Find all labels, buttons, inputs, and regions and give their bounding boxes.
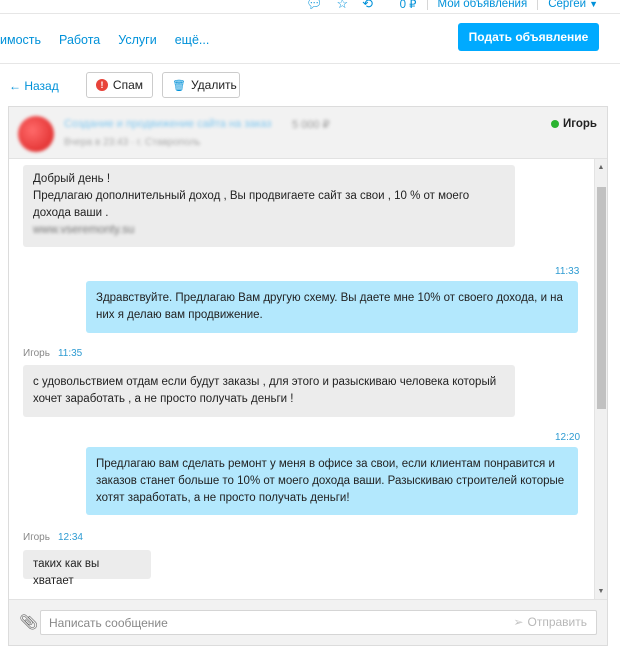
ad-meta: Вчера в 23:43 · г. Ставрополь xyxy=(64,137,201,148)
spam-label: Спам xyxy=(112,78,143,92)
post-ad-button[interactable]: Подать объявление xyxy=(458,23,599,51)
message-incoming: таких как вы хватает xyxy=(23,550,151,587)
message-incoming: Добрый день ! Предлагаю дополнительный д… xyxy=(23,165,515,247)
message-line: хочет заработать , а не просто получать … xyxy=(33,393,294,405)
interlocutor-status: Игорь xyxy=(550,118,597,130)
top-icons: 💬︎ ☆ ⟲ xyxy=(306,0,373,12)
message-line: заказов станет больше то 10% от моего до… xyxy=(96,475,565,487)
chat-header: Создание и продвижение сайта на заказ 5 … xyxy=(9,107,607,159)
message-incoming: с удовольствием отдам если будут заказы … xyxy=(23,365,515,417)
message-author: Игорь xyxy=(23,348,50,359)
nav-link-jobs[interactable]: Работа xyxy=(59,33,100,47)
online-dot-icon xyxy=(550,120,559,128)
ad-thumbnail[interactable] xyxy=(18,116,54,152)
message-line: таких как вы хватает xyxy=(33,558,100,587)
divider xyxy=(537,0,539,10)
message-list: Добрый день ! Предлагаю дополнительный д… xyxy=(9,159,593,599)
message-scrollbar[interactable]: ▲ ▼ xyxy=(594,159,607,599)
nav-link-more[interactable]: ещё... xyxy=(175,33,210,47)
message-line: них я делаю вам продвижение. xyxy=(96,309,263,321)
top-right-menu: 0 ₽ Мои объявления Сергей ▼ xyxy=(400,0,598,11)
top-bar: 💬︎ ☆ ⟲ 0 ₽ Мои объявления Сергей ▼ xyxy=(0,0,620,14)
scroll-down-icon[interactable]: ▼ xyxy=(595,585,607,597)
chat-bubble-icon[interactable]: 💬︎ xyxy=(306,0,323,12)
main-nav: имость Работа Услуги ещё... Подать объяв… xyxy=(0,14,620,64)
notification-icon[interactable]: ⟲ xyxy=(362,0,373,12)
ad-title[interactable]: Создание и продвижение сайта на заказ xyxy=(64,118,271,130)
message-meta: Игорь 12:34 xyxy=(23,532,83,543)
spam-button[interactable]: ! Спам xyxy=(86,72,153,98)
paperclip-icon[interactable]: 📎︎ xyxy=(19,613,38,631)
my-ads-link[interactable]: Мои объявления xyxy=(438,0,528,10)
message-time: 11:33 xyxy=(555,266,580,277)
message-composer: 📎︎ ➢ Отправить xyxy=(9,599,607,645)
category-links: имость Работа Услуги ещё... xyxy=(0,33,209,47)
message-author: Игорь xyxy=(23,532,50,543)
nav-link-realty[interactable]: имость xyxy=(0,33,41,47)
balance[interactable]: 0 ₽ xyxy=(400,0,417,11)
message-line: Здравствуйте. Предлагаю Вам другую схему… xyxy=(96,292,563,304)
send-icon: ➢ xyxy=(513,615,524,629)
ad-price: 5 000 ₽ xyxy=(292,119,330,131)
message-time: 11:35 xyxy=(57,348,83,359)
chat-panel: Создание и продвижение сайта на заказ 5 … xyxy=(8,106,608,646)
send-button[interactable]: ➢ Отправить xyxy=(513,615,587,629)
scroll-up-icon[interactable]: ▲ xyxy=(595,161,607,173)
delete-button[interactable]: 🗑︎ Удалить xyxy=(162,72,240,98)
message-time: 12:20 xyxy=(555,432,581,443)
user-name: Сергей xyxy=(548,0,587,10)
divider xyxy=(426,0,428,10)
nav-link-services[interactable]: Услуги xyxy=(118,33,156,47)
send-label: Отправить xyxy=(527,615,587,629)
message-line: Предлагаю дополнительный доход , Вы прод… xyxy=(33,190,470,202)
spam-icon: ! xyxy=(96,79,108,91)
star-icon[interactable]: ☆ xyxy=(337,0,349,12)
chevron-down-icon: ▼ xyxy=(589,0,598,9)
message-line: Добрый день ! xyxy=(33,173,111,185)
message-line: дохода ваши . xyxy=(33,207,109,219)
message-outgoing: Здравствуйте. Предлагаю Вам другую схему… xyxy=(86,281,578,333)
back-link[interactable]: ← Назад xyxy=(9,79,59,93)
message-time: 12:34 xyxy=(57,532,83,543)
message-line: хотят заработать, а не просто получать д… xyxy=(96,492,350,504)
trash-icon: 🗑︎ xyxy=(172,79,186,92)
message-meta: Игорь 11:35 xyxy=(23,348,82,359)
message-line: с удовольствием отдам если будут заказы … xyxy=(33,376,497,388)
scroll-thumb[interactable] xyxy=(597,187,606,409)
message-outgoing: Предлагаю вам сделать ремонт у меня в оф… xyxy=(86,447,578,515)
delete-label: Удалить xyxy=(190,78,237,92)
message-link[interactable]: www.vseremonty.su xyxy=(33,222,505,239)
interlocutor-name: Игорь xyxy=(562,118,597,130)
message-line: Предлагаю вам сделать ремонт у меня в оф… xyxy=(96,458,555,470)
user-menu[interactable]: Сергей ▼ xyxy=(548,0,598,10)
